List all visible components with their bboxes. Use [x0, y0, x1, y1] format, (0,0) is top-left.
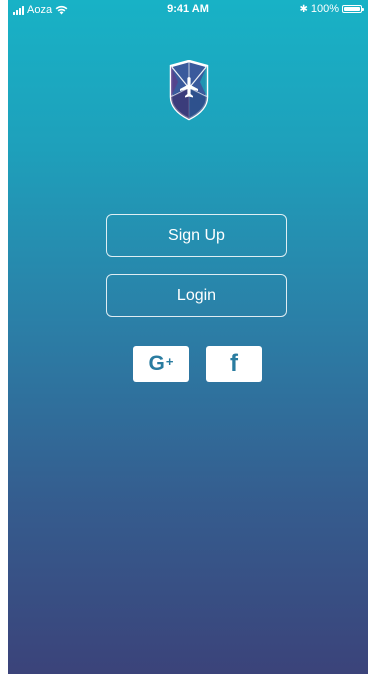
battery-percentage: 100% — [310, 3, 339, 15]
battery-level-fill — [344, 7, 360, 11]
status-bar: Aoza 9:41 AM ✱ 100% — [8, 0, 368, 20]
app-screen: Aoza 9:41 AM ✱ 100% Sign Up Login G+ f — [8, 0, 368, 674]
airplane-shield-logo-icon — [169, 60, 209, 121]
facebook-icon: f — [230, 350, 238, 377]
battery-icon — [342, 5, 364, 13]
sign-up-button[interactable]: Sign Up — [106, 214, 287, 257]
phone-frame: Aoza 9:41 AM ✱ 100% Sign Up Login G+ f — [8, 0, 368, 674]
google-plus-icon: G+ — [148, 352, 174, 375]
bluetooth-icon: ✱ — [299, 3, 308, 15]
login-button[interactable]: Login — [106, 274, 287, 317]
status-right: ✱ 100% — [299, 3, 364, 15]
google-plus-login-button[interactable]: G+ — [133, 346, 189, 382]
facebook-login-button[interactable]: f — [206, 346, 262, 382]
